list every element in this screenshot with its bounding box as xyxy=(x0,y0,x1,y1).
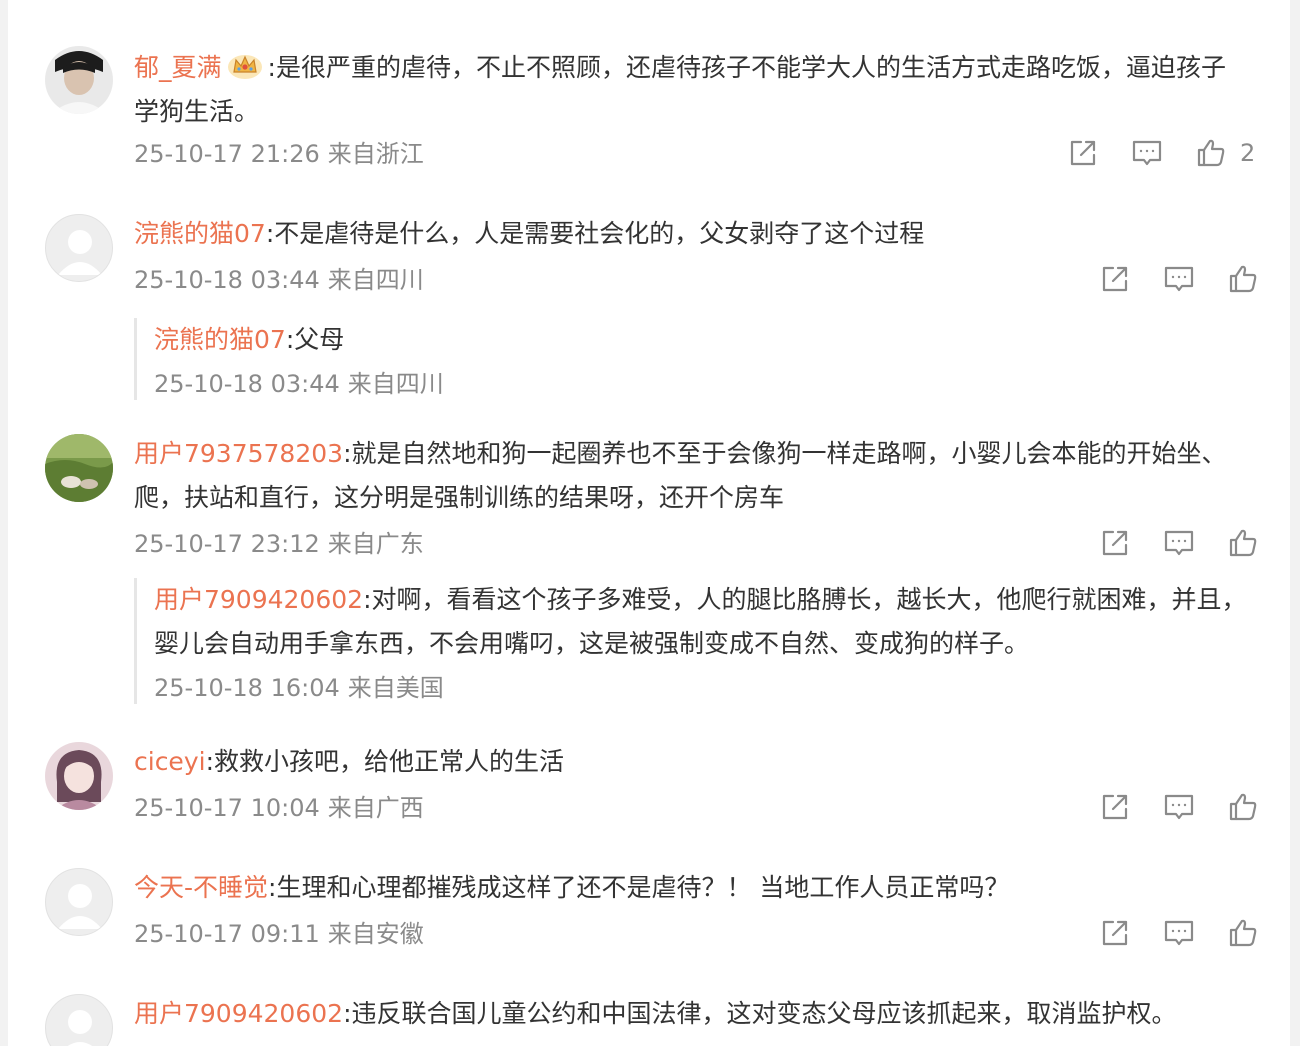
like-icon[interactable] xyxy=(1194,136,1228,170)
location: 来自浙江 xyxy=(327,140,424,168)
comment-meta: 25-10-17 09:11 来自安徽 xyxy=(134,918,424,950)
timestamp: 25-10-17 09:11 xyxy=(134,920,320,948)
share-icon[interactable] xyxy=(1098,262,1132,296)
username-link[interactable]: ciceyi xyxy=(134,747,206,776)
comment-icon[interactable] xyxy=(1162,262,1196,296)
reply-meta: 25-10-18 16:04 来自美国 xyxy=(154,672,1254,704)
comment-text: :违反联合国儿童公约和中国法律，这对变态父母应该抓起来，取消监护权。 xyxy=(343,999,1177,1028)
comment-meta: 25-10-17 21:26 来自浙江 xyxy=(134,138,424,170)
reply-username-link[interactable]: 用户7909420602 xyxy=(154,585,363,614)
like-icon[interactable] xyxy=(1226,526,1260,560)
comment-icon[interactable] xyxy=(1162,916,1196,950)
like-icon[interactable] xyxy=(1226,262,1260,296)
default-avatar-icon[interactable] xyxy=(45,994,113,1046)
comment-actions: 2 xyxy=(1036,136,1260,170)
timestamp: 25-10-17 23:12 xyxy=(134,530,320,558)
comment-list: 郁_夏满:是很严重的虐待，不止不照顾，还虐待孩子不能学大人的生活方式走路吃饭，逼… xyxy=(8,0,1290,1046)
comment-text: :生理和心理都摧残成这样了还不是虐待？！ 当地工作人员正常吗？ xyxy=(268,873,1010,902)
default-avatar-icon[interactable] xyxy=(45,868,113,936)
comment-body: 用户7937578203:就是自然地和狗一起圈养也不至于会像狗一样走路啊，小婴儿… xyxy=(134,432,1244,520)
location: 来自四川 xyxy=(327,266,424,294)
comment-actions xyxy=(1068,916,1260,950)
location: 来自广东 xyxy=(327,530,424,558)
reply-username-link[interactable]: 浣熊的猫07 xyxy=(154,325,286,354)
comment-meta: 25-10-17 23:12 来自广东 xyxy=(134,528,424,560)
share-icon[interactable] xyxy=(1098,526,1132,560)
username-link[interactable]: 郁_夏满 xyxy=(134,53,222,82)
avatar[interactable] xyxy=(45,742,113,810)
comment-text: :救救小孩吧，给他正常人的生活 xyxy=(205,747,564,776)
comment-text: :是很严重的虐待，不止不照顾，还虐待孩子不能学大人的生活方式走路吃饭，逼迫孩子学… xyxy=(134,53,1226,126)
avatar[interactable] xyxy=(45,434,113,502)
timestamp: 25-10-17 21:26 xyxy=(134,140,320,168)
reply-location: 来自美国 xyxy=(347,674,444,702)
comment-actions xyxy=(1068,526,1260,560)
like-count: 2 xyxy=(1240,139,1256,167)
reply-text: :父母 xyxy=(285,325,345,354)
comment-body: 今天-不睡觉:生理和心理都摧残成这样了还不是虐待？！ 当地工作人员正常吗？ xyxy=(134,866,1244,910)
reply-timestamp: 25-10-18 16:04 xyxy=(154,674,340,702)
comment-text: :不是虐待是什么，人是需要社会化的，父女剥夺了这个过程 xyxy=(265,219,925,248)
comment-icon[interactable] xyxy=(1162,790,1196,824)
comment-icon[interactable] xyxy=(1130,136,1164,170)
reply-body: 用户7909420602:对啊，看看这个孩子多难受，人的腿比胳膊长，越长大，他爬… xyxy=(154,578,1254,666)
timestamp: 25-10-17 10:04 xyxy=(134,794,320,822)
comment-body: 郁_夏满:是很严重的虐待，不止不照顾，还虐待孩子不能学大人的生活方式走路吃饭，逼… xyxy=(134,46,1244,134)
avatar[interactable] xyxy=(45,46,113,114)
comment-actions xyxy=(1068,790,1260,824)
location: 来自广西 xyxy=(327,794,424,822)
comment-icon[interactable] xyxy=(1162,526,1196,560)
share-icon[interactable] xyxy=(1098,790,1132,824)
comment-body: 浣熊的猫07:不是虐待是什么，人是需要社会化的，父女剥夺了这个过程 xyxy=(134,212,1244,256)
share-icon[interactable] xyxy=(1066,136,1100,170)
default-avatar-icon[interactable] xyxy=(45,214,113,282)
comment-body: ciceyi:救救小孩吧，给他正常人的生活 xyxy=(134,740,1244,784)
username-link[interactable]: 用户7909420602 xyxy=(134,999,343,1028)
reply-timestamp: 25-10-18 03:44 xyxy=(154,370,340,398)
reply-location: 来自四川 xyxy=(347,370,444,398)
comment-body: 用户7909420602:违反联合国儿童公约和中国法律，这对变态父母应该抓起来，… xyxy=(134,992,1244,1036)
comment-meta: 25-10-18 03:44 来自四川 xyxy=(134,264,424,296)
timestamp: 25-10-18 03:44 xyxy=(134,266,320,294)
crown-badge-icon xyxy=(226,50,264,80)
username-link[interactable]: 用户7937578203 xyxy=(134,439,343,468)
username-link[interactable]: 今天-不睡觉 xyxy=(134,873,268,902)
reply-block: 浣熊的猫07:父母 25-10-18 03:44 来自四川 xyxy=(134,318,1254,400)
comment-meta: 25-10-17 10:04 来自广西 xyxy=(134,792,424,824)
location: 来自安徽 xyxy=(327,920,424,948)
username-link[interactable]: 浣熊的猫07 xyxy=(134,219,266,248)
reply-body: 浣熊的猫07:父母 xyxy=(154,318,1254,362)
like-icon[interactable] xyxy=(1226,916,1260,950)
reply-meta: 25-10-18 03:44 来自四川 xyxy=(154,368,1254,400)
comment-actions xyxy=(1068,262,1260,296)
like-icon[interactable] xyxy=(1226,790,1260,824)
share-icon[interactable] xyxy=(1098,916,1132,950)
reply-block: 用户7909420602:对啊，看看这个孩子多难受，人的腿比胳膊长，越长大，他爬… xyxy=(134,578,1254,704)
